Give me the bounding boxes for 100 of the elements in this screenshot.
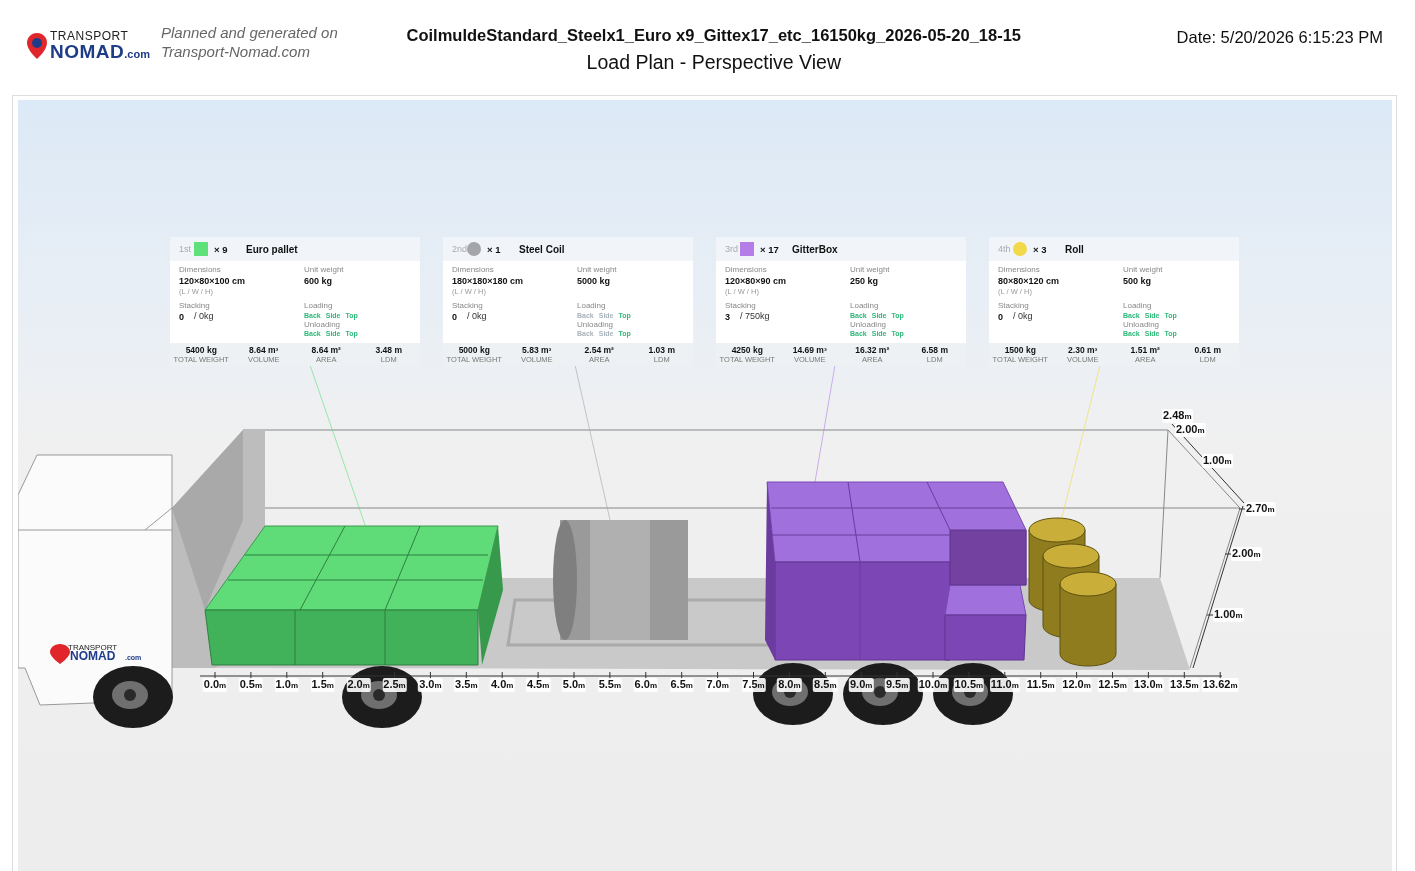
field-label: Unloading [304, 320, 342, 329]
stat-value: 4250 kg [730, 345, 764, 355]
logo-tagline: TRANSPORT [50, 30, 130, 42]
field-value: 600 kg [304, 275, 334, 287]
field-value: 180×180×180 cm [452, 275, 525, 287]
field-value: 500 kg [1123, 275, 1153, 287]
axis-label: 7.0m [705, 678, 730, 692]
axis-label: 8.0m [777, 678, 802, 692]
field-label: Unloading [577, 320, 615, 329]
item-count: × 1 [487, 243, 502, 255]
stat-value: 1.51 m² [1129, 345, 1161, 355]
axis-label: 1.00m [1213, 608, 1244, 622]
axis-label: 11.5m [1025, 678, 1056, 692]
stat-value: 5000 kg [457, 345, 491, 355]
logo-suffix: .com [124, 49, 150, 60]
axis-label: 0.5m [238, 678, 264, 692]
stat-value: 2.30 m³ [1067, 345, 1099, 355]
rank-label: 2nd [452, 244, 467, 254]
stat-value: 14.69 m³ [791, 345, 828, 355]
field-value: 5000 kg [577, 275, 612, 287]
logo-pin-icon [26, 31, 48, 60]
axis-label: 13.5m [1169, 678, 1200, 692]
rank-label: 3rd [725, 244, 739, 254]
stat-value: 16.32 m² [854, 345, 891, 355]
rank-label: 4th [998, 244, 1012, 254]
axis-label: 1.0m [274, 678, 299, 692]
field-value: 0 [998, 311, 1003, 323]
stat-value: 1500 kg [1003, 345, 1037, 355]
axis-label: 8.5m [813, 678, 838, 692]
axis-label: 11.0m [989, 678, 1020, 692]
axis-label: 5.0m [561, 678, 587, 692]
axis-label: 6.5m [669, 678, 694, 692]
field-label: Dimensions [179, 265, 222, 275]
item-count: × 17 [760, 243, 780, 255]
item-name: Euro pallet [246, 243, 298, 255]
item-name: Steel Coil [519, 243, 565, 255]
stat-value: 6.58 m [920, 345, 949, 355]
field-value: / 0kg [467, 311, 487, 323]
axis-label: 3.5m [454, 678, 479, 692]
item-name: GitterBox [792, 243, 838, 255]
axis-label: 12.5m [1097, 678, 1128, 692]
axis-label: 0.0m [202, 678, 228, 692]
field-value: 250 kg [850, 275, 880, 287]
stat-value: 3.48 m [374, 345, 403, 355]
axis-label: 7.5m [741, 678, 766, 692]
logo-pin-icon [50, 644, 70, 664]
axis-label: 5.5m [597, 678, 623, 692]
axis-label: 4.0m [490, 678, 515, 692]
field-label: Loading [850, 301, 880, 311]
date-text: Date: 5/20/2026 6:15:23 PM [1176, 28, 1383, 47]
field-label: Dimensions [452, 265, 495, 275]
field-label: Unit weight [577, 265, 618, 275]
field-value: 0 [179, 311, 184, 323]
field-value: / 750kg [740, 311, 770, 323]
logo-name: NOMAD [70, 649, 116, 663]
stat-value: 8.64 m² [310, 345, 342, 355]
field-label: Stacking [998, 301, 1030, 311]
axis-label: 10.5m [953, 678, 985, 692]
field-value: 0 [452, 311, 457, 323]
axis-label: 2.00m [1231, 547, 1262, 561]
field-label: Loading [577, 301, 607, 311]
axis-label: 2.48m [1162, 409, 1193, 423]
field-label: Stacking [179, 301, 211, 311]
item-name: Roll [1065, 243, 1084, 255]
axis-label: 1.5m [310, 678, 335, 692]
axis-label: 10.0m [917, 678, 949, 692]
field-value: 3 [725, 311, 730, 323]
item-count: × 9 [214, 243, 229, 255]
axis-label: 4.5m [525, 678, 551, 692]
field-label: Dimensions [998, 265, 1041, 275]
axis-label: 2.70m [1245, 502, 1276, 516]
field-label: Stacking [725, 301, 757, 311]
rank-label: 1st [179, 244, 192, 254]
field-label: Unloading [850, 320, 888, 329]
field-value: 120×80×90 cm [725, 275, 788, 287]
axis-label: 13.0m [1133, 678, 1164, 692]
stat-value: 8.64 m³ [248, 345, 280, 355]
axis-label: 12.0m [1061, 678, 1092, 692]
logo-tagline: TRANSPORT [68, 643, 118, 652]
axis-label: 9.5m [884, 678, 910, 692]
tagline-text: Transport-Nomad.com [160, 42, 311, 61]
stat-value: 5400 kg [184, 345, 218, 355]
axis-label: 13.62m [1201, 678, 1239, 692]
field-value: / 0kg [194, 311, 214, 323]
field-value: 80×80×120 cm [998, 275, 1061, 287]
stat-value: 2.54 m² [583, 345, 615, 355]
axis-label: 1.00m [1202, 454, 1233, 468]
field-label: Loading [1123, 301, 1153, 311]
field-label: Loading [304, 301, 334, 311]
field-label: Unit weight [1123, 265, 1164, 275]
field-label: Stacking [452, 301, 484, 311]
axis-label: 9.0m [849, 678, 874, 692]
field-label: Unit weight [304, 265, 345, 275]
tagline-text: Planned and generated on [160, 23, 338, 42]
stat-value: 1.03 m [647, 345, 676, 355]
stat-value: 5.83 m³ [521, 345, 553, 355]
axis-label: 2.5m [382, 678, 407, 692]
field-label: Unloading [1123, 320, 1161, 329]
view-title: Load Plan - Perspective View [585, 51, 842, 74]
axis-label: 2.00m [1175, 423, 1206, 437]
